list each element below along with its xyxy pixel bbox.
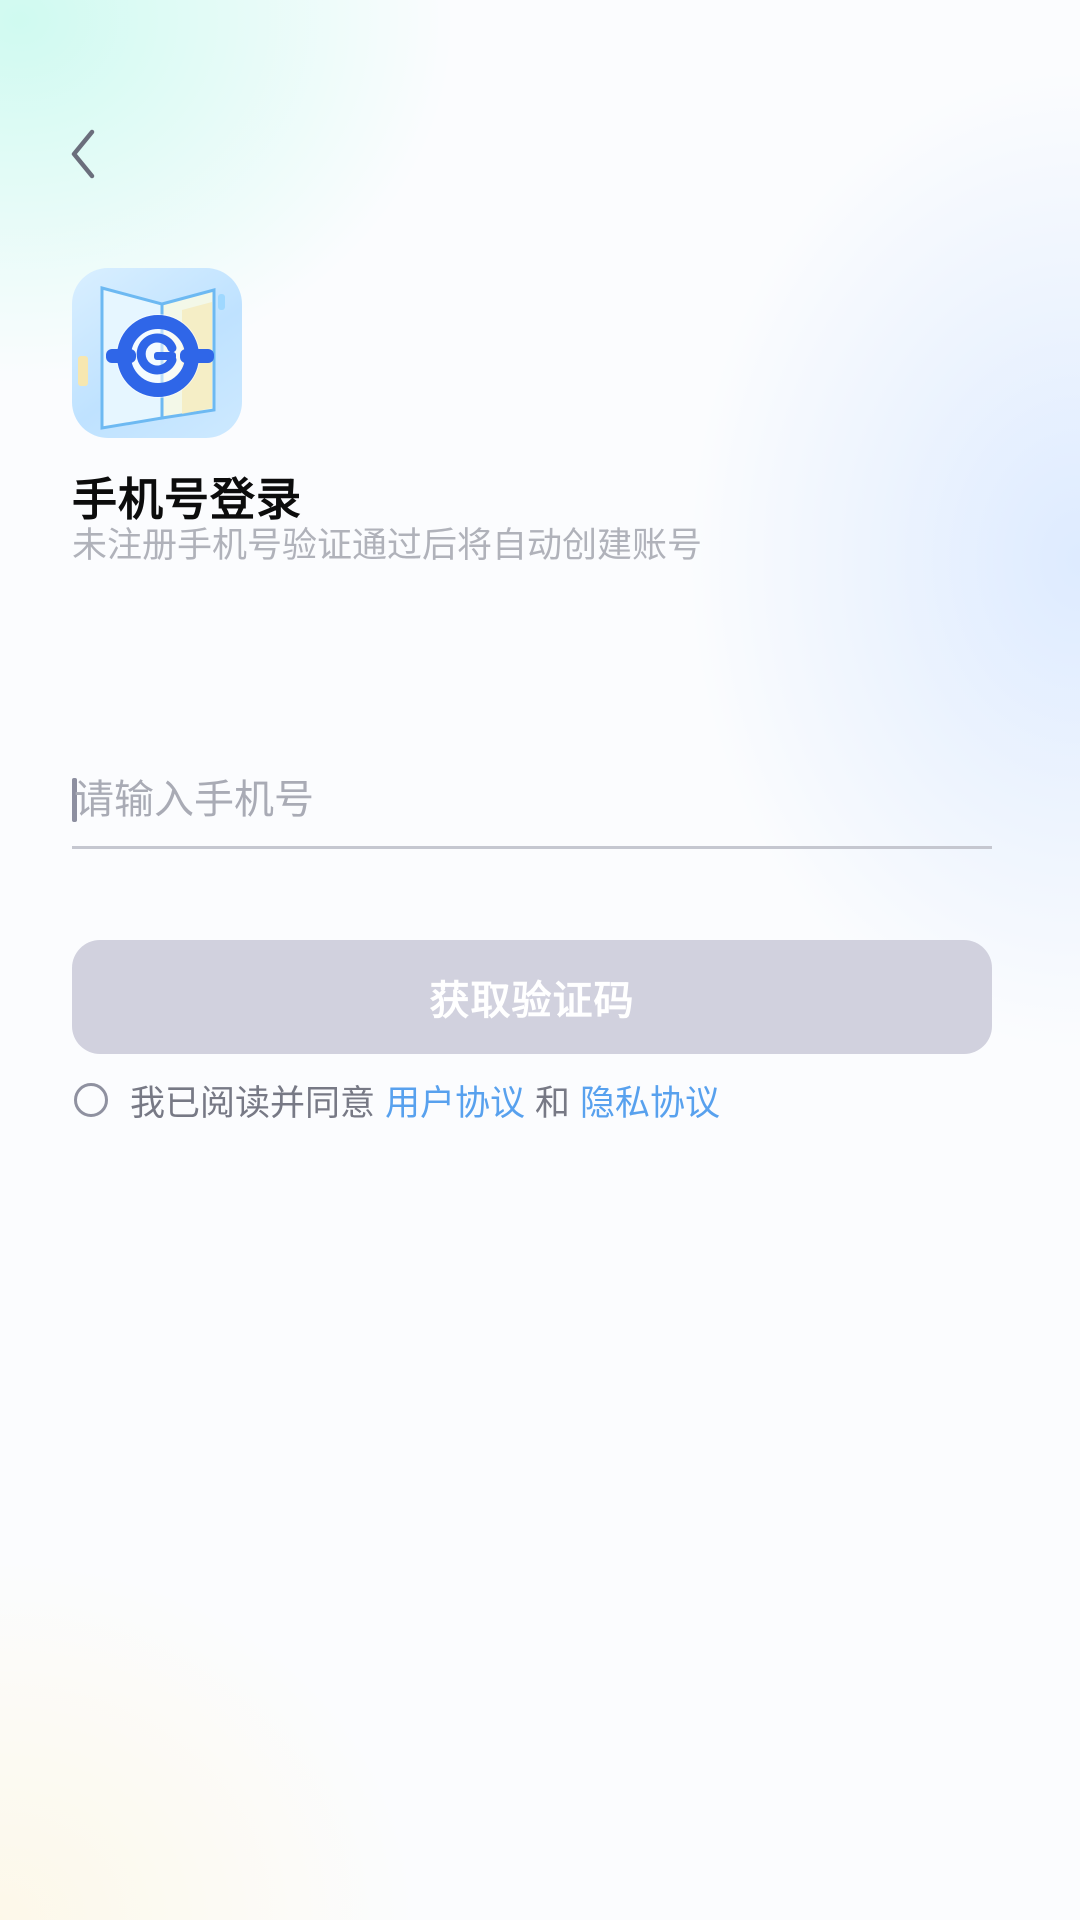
user-agreement-link[interactable]: 用户协议: [385, 1075, 525, 1126]
agreement-conjunction: 和: [535, 1083, 571, 1124]
app-logo-icon: [78, 286, 225, 430]
phone-field[interactable]: [72, 760, 994, 849]
agreement-checkbox[interactable]: [74, 1083, 108, 1117]
back-button[interactable]: [60, 122, 108, 186]
chevron-left-icon: [71, 129, 95, 179]
agreement-prefix: 我已阅读并同意: [130, 1083, 376, 1124]
phone-input[interactable]: [72, 760, 994, 840]
app-logo: [72, 268, 242, 438]
get-code-button[interactable]: 获取验证码: [72, 940, 992, 1054]
agreement-row: 我已阅读并同意 用户协议 和 隐私协议: [72, 1060, 720, 1140]
privacy-agreement-link[interactable]: 隐私协议: [580, 1075, 720, 1126]
page-subtitle: 未注册手机号验证通过后将自动创建账号: [72, 526, 703, 566]
